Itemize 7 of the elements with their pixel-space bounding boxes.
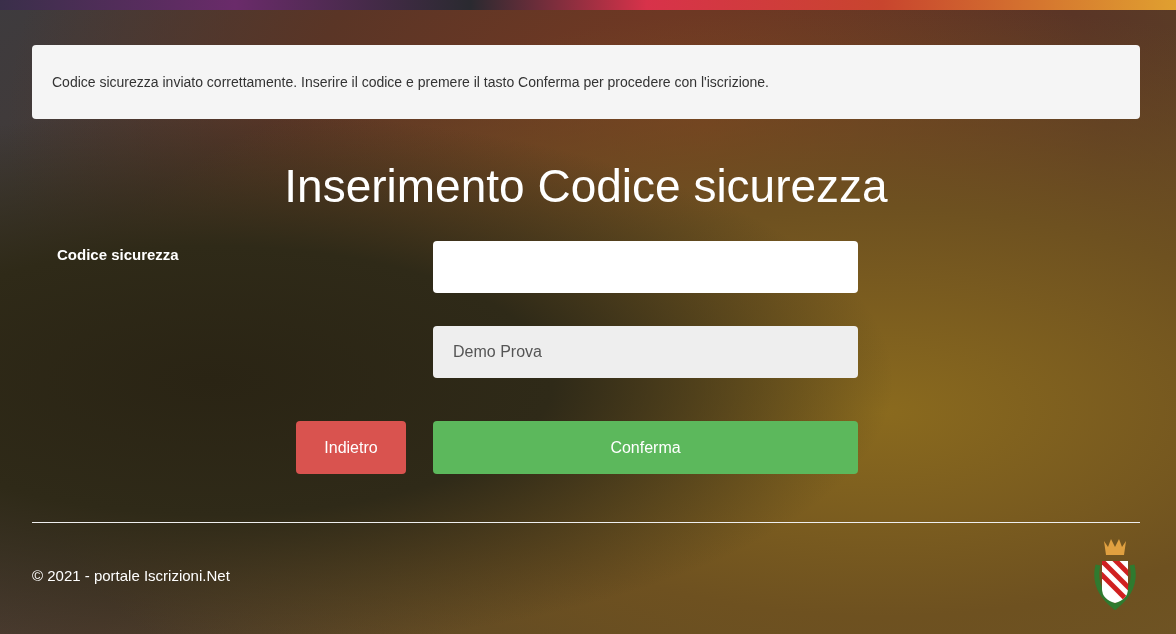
alert-message: Codice sicurezza inviato correttamente. Inserire il codice e premere il tasto Conferma per procedere con l'iscrizione. <box>32 45 1140 119</box>
page-title: Inserimento Codice sicurezza <box>284 159 888 213</box>
back-button[interactable]: Indietro <box>296 421 406 474</box>
confirm-button[interactable]: Conferma <box>433 421 858 474</box>
field-label: Codice sicurezza <box>56 245 180 263</box>
footer-text: © 2021 - portale Iscrizioni.Net <box>32 566 230 584</box>
input-field[interactable] <box>433 241 858 293</box>
